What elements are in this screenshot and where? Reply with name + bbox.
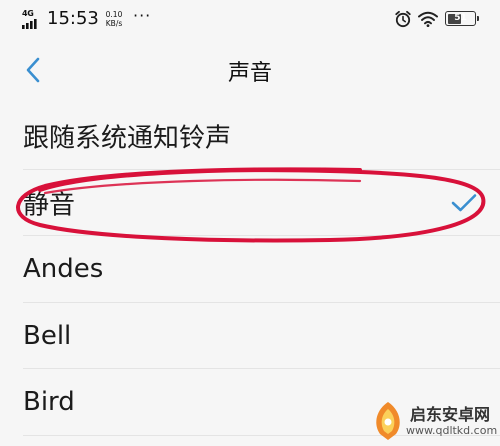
watermark-url: www.qdltkd.com xyxy=(406,424,498,437)
alarm-icon xyxy=(395,10,411,28)
network-type: 4G xyxy=(22,9,34,18)
list-item-follow-system[interactable]: 跟随系统通知铃声 xyxy=(0,103,500,170)
battery-icon: 51 xyxy=(445,11,479,26)
watermark: 启东安卓网 www.qdltkd.com xyxy=(370,398,498,444)
battery-level: 51 xyxy=(454,13,467,23)
watermark-title: 启东安卓网 xyxy=(410,405,491,424)
list-item-andes[interactable]: Andes xyxy=(0,236,500,303)
list-item-label: 静音 xyxy=(23,190,76,221)
ringtone-list: 跟随系统通知铃声 静音 Andes Bell Bird xyxy=(0,103,500,436)
battery-tip xyxy=(476,15,479,21)
list-item-label: 跟随系统通知铃声 xyxy=(23,123,232,154)
list-item-label: Bird xyxy=(23,387,75,418)
screen: 4G 15:53 0.10 KB/s ··· 51 声音 跟随系统通知铃声 静音… xyxy=(0,0,500,446)
signal-icon: 4G xyxy=(22,9,44,29)
network-speed: 0.10 KB/s xyxy=(101,10,127,28)
network-speed-value: 0.10 xyxy=(105,10,123,19)
checkmark-icon xyxy=(451,193,477,212)
list-item-label: Bell xyxy=(23,320,72,351)
wifi-icon xyxy=(418,11,438,27)
clock-time: 15:53 xyxy=(47,8,99,29)
status-bar: 4G 15:53 0.10 KB/s ··· 51 xyxy=(0,0,500,40)
list-item-bell[interactable]: Bell xyxy=(0,303,500,369)
more-notifications-icon: ··· xyxy=(133,6,152,25)
list-item-silent[interactable]: 静音 xyxy=(0,170,500,236)
title-bar: 声音 xyxy=(0,40,500,100)
page-title: 声音 xyxy=(227,61,272,86)
watermark-logo-icon xyxy=(376,402,400,440)
network-speed-unit: KB/s xyxy=(105,19,123,28)
list-item-label: Andes xyxy=(23,254,104,285)
